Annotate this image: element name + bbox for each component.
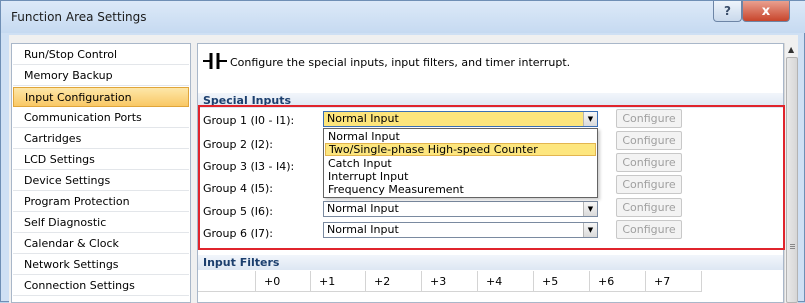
sidebar-item-label: Input Configuration — [25, 91, 132, 104]
filter-column-header: +1 — [311, 271, 366, 292]
sidebar-item-label: Run/Stop Control — [24, 48, 118, 61]
group-3-label: Group 3 (I3 - I4): — [203, 160, 295, 173]
sidebar-item-label: Device Settings — [24, 174, 111, 187]
filter-column-header: +3 — [422, 271, 478, 292]
group-1-select[interactable]: Normal Input ▼ — [323, 111, 598, 127]
category-sidebar: Run/Stop Control Memory Backup Input Con… — [11, 43, 191, 303]
dropdown-option[interactable]: Catch Input — [325, 157, 596, 170]
group-5-label: Group 5 (I6): — [203, 205, 274, 218]
help-button[interactable]: ? — [713, 1, 742, 22]
group-1-configure-button[interactable]: Configure — [616, 109, 682, 128]
group-5-value: Normal Input — [327, 202, 399, 215]
group-6-select[interactable]: Normal Input ▼ — [323, 222, 598, 238]
filter-column-header: +4 — [478, 271, 534, 292]
grip-line — [790, 248, 795, 249]
group-5-select[interactable]: Normal Input ▼ — [323, 201, 598, 217]
group-3-configure-button[interactable]: Configure — [616, 153, 682, 172]
function-area-settings-window: Function Area Settings ? x Run/Stop Cont… — [0, 0, 805, 303]
sidebar-item-network-settings[interactable]: Network Settings — [13, 255, 189, 275]
dropdown-option[interactable]: Two/Single-phase High-speed Counter — [325, 143, 596, 156]
filter-column-header: +6 — [590, 271, 646, 292]
sidebar-item-label: Memory Backup — [24, 69, 113, 82]
group-6-label: Group 6 (I7): — [203, 227, 274, 240]
grip-line — [790, 246, 795, 247]
filter-column-header: +2 — [366, 271, 422, 292]
group-1-dropdown-list: Normal Input Two/Single-phase High-speed… — [323, 128, 598, 198]
sidebar-item-connection-settings[interactable]: Connection Settings — [13, 276, 189, 296]
close-button[interactable]: x — [742, 1, 790, 22]
sidebar-item-label: Calendar & Clock — [24, 237, 119, 250]
scroll-up-arrow-icon[interactable]: ▲ — [788, 45, 794, 54]
sidebar-item-cartridges[interactable]: Cartridges — [13, 129, 189, 149]
sidebar-item-label: Cartridges — [24, 132, 82, 145]
title-bar: Function Area Settings ? x — [1, 1, 805, 33]
sidebar-item-lcd-settings[interactable]: LCD Settings — [13, 150, 189, 170]
sidebar-item-self-diagnostic[interactable]: Self Diagnostic — [13, 213, 189, 233]
filter-corner-cell — [198, 271, 256, 292]
sidebar-item-label: Network Settings — [24, 258, 119, 271]
sidebar-item-memory-backup[interactable]: Memory Backup — [13, 66, 189, 86]
sidebar-item-communication-ports[interactable]: Communication Ports — [13, 108, 189, 128]
chevron-down-icon[interactable]: ▼ — [583, 112, 597, 126]
group-2-configure-button[interactable]: Configure — [616, 131, 682, 150]
sidebar-item-program-protection[interactable]: Program Protection — [13, 192, 189, 212]
sidebar-item-calendar-clock[interactable]: Calendar & Clock — [13, 234, 189, 254]
group-1-value: Normal Input — [327, 112, 399, 125]
panel-description: Configure the special inputs, input filt… — [230, 56, 571, 69]
group-4-label: Group 4 (I5): — [203, 182, 274, 195]
filter-column-header: +0 — [256, 271, 311, 292]
scrollbar-thumb[interactable] — [786, 57, 798, 303]
dropdown-option[interactable]: Normal Input — [325, 130, 596, 143]
dropdown-option[interactable]: Frequency Measurement — [325, 183, 596, 196]
window-title: Function Area Settings — [11, 10, 147, 24]
filter-column-header: +5 — [534, 271, 590, 292]
vertical-scrollbar[interactable]: ▲ — [784, 43, 798, 303]
sidebar-item-run-stop-control[interactable]: Run/Stop Control — [13, 45, 189, 65]
sidebar-item-label: Program Protection — [24, 195, 130, 208]
sidebar-item-label: LCD Settings — [24, 153, 95, 166]
sidebar-item-label: Self Diagnostic — [24, 216, 107, 229]
input-filters-header: Input Filters — [198, 255, 783, 270]
grip-line — [790, 244, 795, 245]
group-4-configure-button[interactable]: Configure — [616, 175, 682, 194]
sidebar-item-label: Connection Settings — [24, 279, 135, 292]
group-2-label: Group 2 (I2): — [203, 138, 274, 151]
filter-column-header: +7 — [646, 271, 702, 292]
sidebar-item-label: Communication Ports — [24, 111, 142, 124]
input-filters-table: +0 +1 +2 +3 +4 +5 +6 +7 — [198, 271, 783, 303]
sidebar-item-device-settings[interactable]: Device Settings — [13, 171, 189, 191]
close-icon: x — [761, 3, 771, 19]
chevron-down-icon[interactable]: ▼ — [583, 223, 597, 237]
chevron-down-icon[interactable]: ▼ — [583, 202, 597, 216]
help-icon: ? — [724, 4, 731, 18]
dropdown-option[interactable]: Interrupt Input — [325, 170, 596, 183]
group-6-configure-button[interactable]: Configure — [616, 220, 682, 239]
group-1-label: Group 1 (I0 - I1): — [203, 114, 295, 127]
contact-symbol-icon — [203, 53, 227, 69]
sidebar-item-input-configuration[interactable]: Input Configuration — [13, 87, 189, 107]
group-6-value: Normal Input — [327, 223, 399, 236]
group-5-configure-button[interactable]: Configure — [616, 198, 682, 217]
